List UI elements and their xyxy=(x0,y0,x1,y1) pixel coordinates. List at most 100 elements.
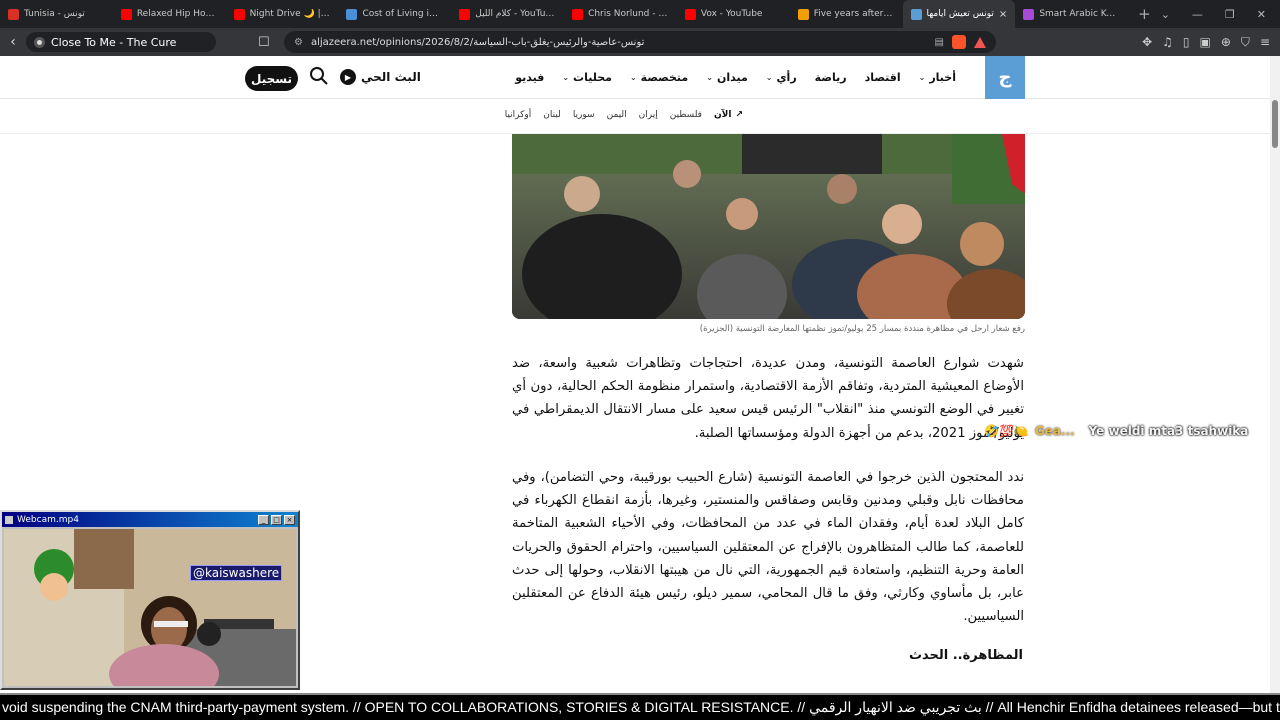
trending-link[interactable]: إيران xyxy=(639,110,658,120)
new-tab-button[interactable]: + xyxy=(1128,5,1161,23)
article-subheading: المظاهرة.. الحدث xyxy=(908,648,1023,663)
chevron-down-icon[interactable]: ⌄ xyxy=(1161,8,1170,21)
browser-tab[interactable]: Vox - YouTube xyxy=(677,0,790,28)
webcam-titlebar[interactable]: Webcam.mp4 _ □ × xyxy=(2,512,298,527)
media-control[interactable]: Close To Me - The Cure xyxy=(26,32,216,52)
search-icon[interactable] xyxy=(309,66,329,86)
nav-item-label: رياضة xyxy=(814,71,847,84)
shield-icon[interactable]: ⛉ xyxy=(1241,35,1250,50)
chevron-down-icon: ⌄ xyxy=(765,73,773,82)
scrollbar-thumb[interactable] xyxy=(1272,100,1278,148)
protest-photo xyxy=(512,134,1025,319)
reader-icon[interactable]: ▤ xyxy=(935,37,944,48)
streamer-video-frame xyxy=(4,529,296,686)
nav-item[interactable]: ميدان ⌄ xyxy=(706,71,748,84)
trending-link[interactable]: اليمن xyxy=(607,110,627,120)
vpn-icon[interactable]: ⊕ xyxy=(1221,35,1231,50)
bookmark-icon[interactable]: ☐ xyxy=(258,35,274,50)
back-icon[interactable]: ‹ xyxy=(0,34,26,50)
aljazeera-logo[interactable]: ج xyxy=(985,56,1025,99)
now-text: الآن xyxy=(713,110,732,120)
tab-title: Night Drive 🌙 | ﺔﺒﻗﺭ xyxy=(249,9,331,19)
address-bar: ‹ Close To Me - The Cure ☐ ⚙ aljazeera.n… xyxy=(0,28,1280,56)
stream-chat-message: 🤣💯🍋 Gea... Ye weldi mta3 tsahwika xyxy=(984,424,1248,438)
tab-title: تونس تعيش أيامها xyxy=(926,9,994,19)
brave-rewards-icon[interactable] xyxy=(974,36,986,48)
music-note-icon[interactable]: ♫ xyxy=(1162,35,1173,50)
browser-tab[interactable]: Relaxed Hip Hop & Ja... xyxy=(113,0,226,28)
trending-link[interactable]: أوكرانيا xyxy=(505,110,532,120)
nav-item[interactable]: رأي ⌄ xyxy=(766,71,797,84)
nav-item[interactable]: اقتصاد xyxy=(865,71,901,84)
main-nav: أخبار ⌄ اقتصاد رياضة رأي ⌄ ميدان ⌄ متخصصة ⌄ محليات… xyxy=(515,56,956,99)
trending-link[interactable]: فلسطين xyxy=(670,110,702,120)
play-icon: ▶ xyxy=(340,69,356,85)
article-paragraph-1: شهدت شوارع العاصمة التونسية، ومدن عديدة،… xyxy=(512,356,1024,441)
tab-favicon-icon xyxy=(233,8,245,20)
nav-item[interactable]: متخصصة ⌄ xyxy=(630,71,688,84)
brave-shield-icon[interactable] xyxy=(952,35,966,49)
webcam-title: Webcam.mp4 xyxy=(17,514,79,525)
tab-title: Five years after Saied... xyxy=(813,9,895,19)
news-ticker: void suspending the CNAM third-party-pay… xyxy=(0,693,1280,720)
trending-link[interactable]: لبنان xyxy=(543,110,561,120)
webcam-window[interactable]: Webcam.mp4 _ □ × @kaiswashere xyxy=(0,510,300,690)
browser-tab[interactable]: تونس تعيش أيامها × xyxy=(902,0,1016,28)
webcam-video: @kaiswashere xyxy=(4,529,296,686)
tab-title: Smart Arabic Keyboa... xyxy=(1039,9,1120,19)
nav-item-label: متخصصة xyxy=(640,71,689,84)
nav-item-label: أخبار xyxy=(929,71,956,84)
nav-item-label: ميدان xyxy=(716,71,748,84)
nav-item[interactable]: أخبار ⌄ xyxy=(919,71,956,84)
article-hero-image xyxy=(512,134,1025,319)
sidebar-icon[interactable]: ▯ xyxy=(1183,35,1190,50)
url-field[interactable]: ⚙ aljazeera.net/opinions/2026/8/2/تونس-ع… xyxy=(284,31,996,53)
browser-tab[interactable]: Five years after Saied... xyxy=(790,0,903,28)
maximize-icon[interactable]: □ xyxy=(271,514,282,525)
browser-tab[interactable]: Chris Norlund - YouTu... xyxy=(564,0,677,28)
close-icon[interactable]: × xyxy=(284,514,295,525)
tab-title: Chris Norlund - YouTu... xyxy=(588,9,669,19)
restore-icon[interactable]: ❐ xyxy=(1225,8,1235,21)
chevron-down-icon: ⌄ xyxy=(918,73,926,82)
tab-favicon-icon xyxy=(1023,8,1035,20)
tab-favicon-icon xyxy=(346,8,358,20)
trending-bar: ↗ الآن فلسطين إيران اليمن سوريا لبنان أوكراني… xyxy=(0,99,1270,134)
site-header: ج أخبار ⌄ اقتصاد رياضة رأي ⌄ ميدان ⌄ متخصصة ⌄ محلي… xyxy=(0,56,1270,99)
chevron-down-icon: ⌄ xyxy=(629,73,637,82)
music-disc-icon xyxy=(34,36,45,48)
live-label: البث الحي xyxy=(361,70,421,84)
minimize-icon[interactable]: _ xyxy=(258,514,269,525)
browser-tab[interactable]: Night Drive 🌙 | ﺔﺒﻗﺭ xyxy=(226,0,339,28)
tab-title: Vox - YouTube xyxy=(700,9,763,19)
browser-tab[interactable]: كلام الليل - YouTube xyxy=(451,0,564,28)
tab-favicon-icon xyxy=(572,8,584,20)
url-text[interactable]: aljazeera.net/opinions/2026/8/2/تونس-عاص… xyxy=(311,37,927,48)
tab-title: Relaxed Hip Hop & Ja... xyxy=(136,9,218,19)
chat-username: Gea... xyxy=(1034,424,1075,438)
tab-close-icon[interactable]: × xyxy=(999,9,1007,20)
nav-item[interactable]: محليات ⌄ xyxy=(562,71,612,84)
nav-item[interactable]: رياضة xyxy=(815,71,847,84)
tab-favicon-icon xyxy=(910,8,922,20)
wallet-icon[interactable]: ▣ xyxy=(1200,35,1211,50)
browser-tab[interactable]: Cost of Living in Djerb... xyxy=(338,0,451,28)
nav-item-label: فيديو xyxy=(515,71,545,84)
extensions-icon[interactable]: ✥ xyxy=(1142,35,1152,50)
close-icon[interactable]: ✕ xyxy=(1257,8,1266,21)
trending-link[interactable]: سوريا xyxy=(573,110,595,120)
image-caption: رفع شعار ارحل في مظاهرة منددة بمسار 25 ي… xyxy=(699,324,1025,334)
menu-icon[interactable]: ≡ xyxy=(1260,35,1270,50)
window-icon xyxy=(5,515,13,524)
minimize-icon[interactable]: — xyxy=(1192,8,1203,21)
tab-favicon-icon xyxy=(459,8,471,20)
browser-tab[interactable]: Tunisia - تونس xyxy=(0,0,113,28)
browser-tab[interactable]: Smart Arabic Keyboa... xyxy=(1015,0,1128,28)
tab-title: كلام الليل - YouTube xyxy=(475,9,557,19)
nav-item[interactable]: فيديو xyxy=(515,71,544,84)
live-broadcast-link[interactable]: ▶ البث الحي xyxy=(340,69,421,85)
signup-button[interactable]: تسجيل xyxy=(245,66,298,91)
now-label[interactable]: ↗ الآن xyxy=(714,110,743,120)
site-info-icon[interactable]: ⚙ xyxy=(294,37,303,48)
page-scrollbar[interactable] xyxy=(1270,56,1280,696)
